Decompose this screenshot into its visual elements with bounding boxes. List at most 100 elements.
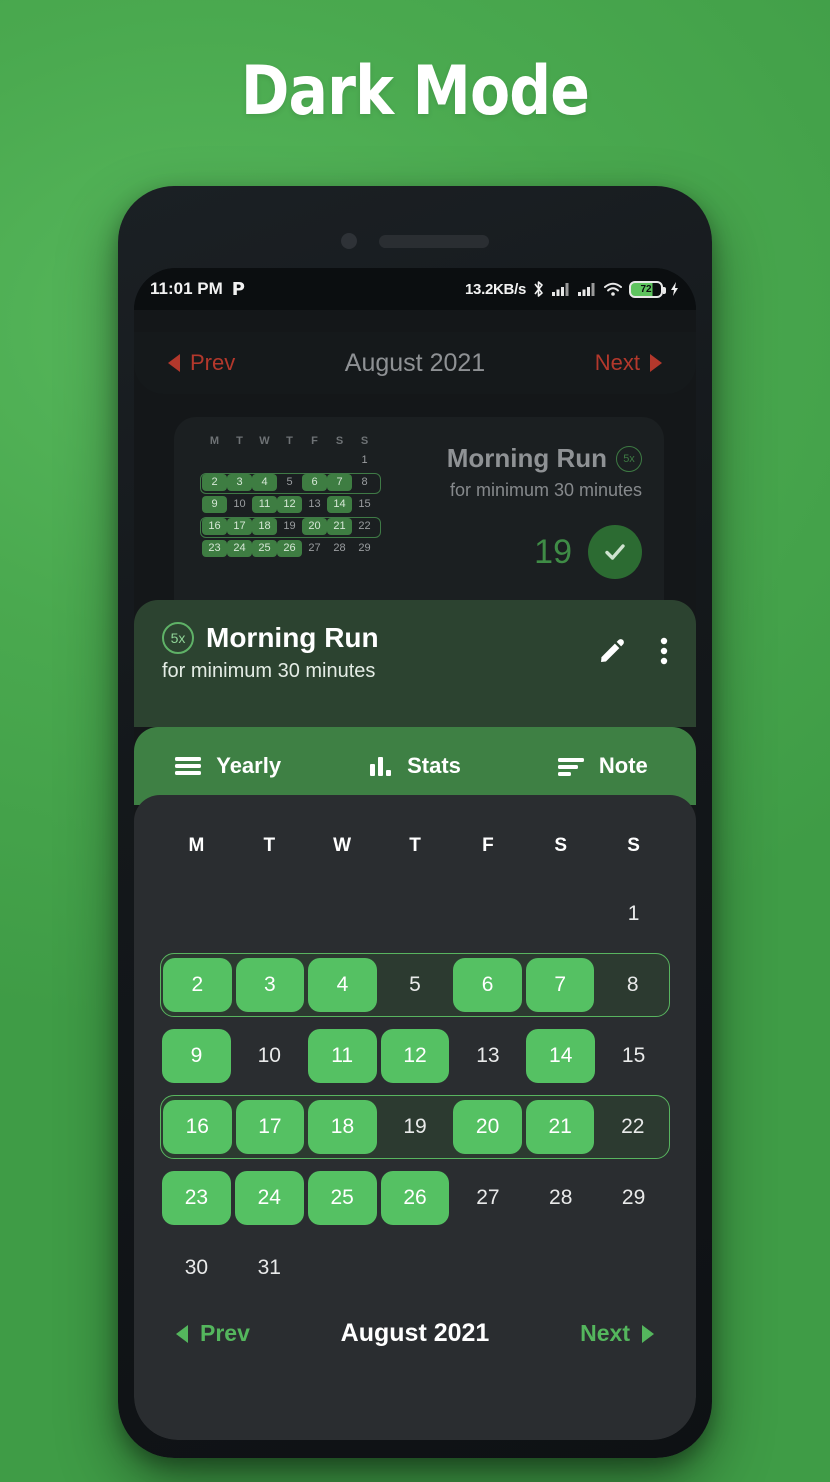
background-mini-day-header: W — [259, 435, 270, 447]
background-mini-day-header: T — [236, 435, 243, 447]
calendar-week-row: 9 10 11 12 13 14 15 — [160, 1025, 670, 1087]
habit-frequency-badge: 5x — [162, 622, 194, 654]
background-next-label: Next — [594, 350, 640, 375]
tab-note[interactable]: Note — [509, 753, 696, 779]
pencil-edit-icon[interactable] — [598, 637, 626, 670]
background-mini-day-cell: 5 — [286, 476, 293, 488]
calendar-day-cell[interactable]: 16 — [163, 1100, 232, 1154]
calendar-day-cell[interactable]: 4 — [308, 958, 377, 1012]
habit-subtitle: for minimum 30 minutes — [162, 660, 376, 682]
calendar-footer-nav: Prev August 2021 Next — [134, 1319, 696, 1348]
background-next-button[interactable]: Next — [595, 350, 662, 376]
calendar-day-cell[interactable]: 22 — [598, 1100, 667, 1154]
calendar-prev-button[interactable]: Prev — [176, 1320, 250, 1347]
background-mini-day-cell: 23 — [202, 540, 227, 557]
background-mini-day-header: S — [360, 435, 369, 447]
background-mini-day-cell: 18 — [252, 518, 277, 535]
background-prev-label: Prev — [190, 350, 236, 375]
background-mini-day-cell: 21 — [327, 518, 352, 535]
background-mini-day-cell: 4 — [252, 474, 277, 491]
calendar-day-cell[interactable]: 20 — [453, 1100, 522, 1154]
calendar-day-cell[interactable]: 3 — [235, 958, 305, 1012]
background-mini-day-cell — [327, 452, 352, 469]
background-month-title: August 2021 — [344, 348, 486, 377]
habit-title: Morning Run — [206, 622, 379, 653]
calendar-day-cell[interactable]: 13 — [453, 1029, 522, 1083]
background-habit-subtitle: for minimum 30 minutes — [449, 480, 642, 500]
calendar-week-row: 23 24 25 26 27 28 29 — [160, 1167, 670, 1229]
calendar-day-cell[interactable]: 8 — [598, 958, 667, 1012]
background-habit-count: 19 — [534, 532, 572, 571]
background-mini-day-cell: 29 — [358, 542, 371, 554]
calendar-day-cell[interactable]: 28 — [526, 1171, 595, 1225]
more-vertical-icon[interactable] — [660, 636, 668, 671]
calendar-day-header: T — [409, 835, 421, 856]
tab-stats-label: Stats — [407, 753, 461, 778]
chevron-right-icon — [642, 1324, 654, 1343]
background-mini-day-cell: 3 — [227, 474, 252, 491]
calendar-week-rows: 1 2 3 4 5 6 7 8 9 10 11 12 13 14 15 16 17 18 19 20 21 22 23 24 2… — [160, 883, 670, 1299]
calendar-day-cell[interactable]: 26 — [380, 1171, 450, 1225]
background-mini-day-cell: 26 — [277, 540, 302, 557]
background-mini-day-cell: 19 — [283, 520, 296, 532]
phone-frame: 11:01 PM P 13.2KB/s 72 Prev August 2021 … — [118, 186, 712, 1458]
calendar-day-cell[interactable]: 18 — [308, 1100, 377, 1154]
calendar-day-cell-empty — [308, 1241, 377, 1295]
chevron-right-icon — [650, 354, 662, 372]
calendar-day-cell[interactable]: 7 — [525, 958, 595, 1012]
background-mini-day-cell: 6 — [302, 474, 327, 491]
background-mini-day-cell — [252, 452, 277, 469]
calendar-day-cell[interactable]: 30 — [162, 1241, 231, 1295]
tab-yearly[interactable]: Yearly — [134, 753, 321, 779]
calendar-day-cell-empty — [381, 887, 450, 941]
calendar-day-cell[interactable]: 23 — [162, 1171, 231, 1225]
calendar-day-cell[interactable]: 10 — [235, 1029, 304, 1083]
calendar-day-header: F — [482, 835, 494, 856]
background-mini-day-cell: 8 — [361, 476, 368, 488]
list-lines-icon — [174, 755, 202, 777]
background-mini-day-cell: 15 — [358, 498, 371, 510]
calendar-day-cell[interactable]: 27 — [453, 1171, 522, 1225]
background-mini-day-cell: 10 — [233, 498, 246, 510]
tab-stats[interactable]: Stats — [321, 753, 508, 779]
calendar-next-label: Next — [580, 1320, 630, 1346]
calendar-day-cell[interactable]: 5 — [381, 958, 450, 1012]
calendar-day-cell-empty — [162, 887, 231, 941]
calendar-day-cell-empty — [599, 1241, 668, 1295]
bar-chart-icon — [369, 755, 393, 777]
calendar-day-cell-empty — [308, 887, 377, 941]
battery-indicator: 72 — [629, 280, 666, 298]
calendar-day-cell[interactable]: 9 — [162, 1029, 231, 1083]
calendar-day-cell[interactable]: 6 — [453, 958, 522, 1012]
calendar-day-cell[interactable]: 15 — [599, 1029, 668, 1083]
background-mini-day-cell: 24 — [227, 540, 252, 557]
calendar-week-row: 16 17 18 19 20 21 22 — [160, 1095, 670, 1159]
calendar-day-cell[interactable]: 25 — [307, 1171, 377, 1225]
background-mini-day-header: T — [286, 435, 293, 447]
page-title: Dark Mode — [240, 52, 590, 131]
calendar-day-cell[interactable]: 29 — [599, 1171, 668, 1225]
calendar-next-button[interactable]: Next — [580, 1320, 654, 1347]
tab-note-label: Note — [598, 753, 648, 778]
habit-detail-sheet: 5x Morning Run for minimum 30 minutes Ye… — [134, 600, 696, 1440]
charging-bolt-icon — [671, 282, 678, 296]
calendar-day-cell[interactable]: 1 — [599, 887, 668, 941]
battery-percent-label: 72 — [640, 283, 652, 295]
calendar-day-cell-empty — [526, 1241, 595, 1295]
background-prev-button[interactable]: Prev — [168, 350, 235, 376]
calendar-day-cell[interactable]: 17 — [235, 1100, 305, 1154]
calendar-day-cell-empty — [381, 1241, 450, 1295]
calendar-day-cell[interactable]: 31 — [235, 1241, 304, 1295]
background-mini-week-rows: 1 2 3 4 5 6 7 8 9 10 11 12 13 14 15 16 17 18 19 20 21 22 23 24 2… — [200, 452, 389, 557]
calendar-day-cell[interactable]: 19 — [381, 1100, 450, 1154]
calendar-day-cell[interactable]: 11 — [307, 1029, 377, 1083]
habit-title-row: 5x Morning Run — [162, 622, 379, 654]
calendar-day-cell[interactable]: 24 — [234, 1171, 304, 1225]
yearly-calendar-panel: MTWTFSS 1 2 3 4 5 6 7 8 9 10 11 12 13 14 15 16 17 18 19 20 2… — [134, 795, 696, 1440]
background-mini-day-cell: 20 — [302, 518, 327, 535]
calendar-day-cell[interactable]: 2 — [163, 958, 232, 1012]
calendar-day-cell[interactable]: 21 — [525, 1100, 595, 1154]
calendar-day-cell[interactable]: 12 — [380, 1029, 450, 1083]
calendar-day-cell[interactable]: 14 — [526, 1029, 596, 1083]
background-habit-title: Morning Run — [446, 443, 607, 473]
